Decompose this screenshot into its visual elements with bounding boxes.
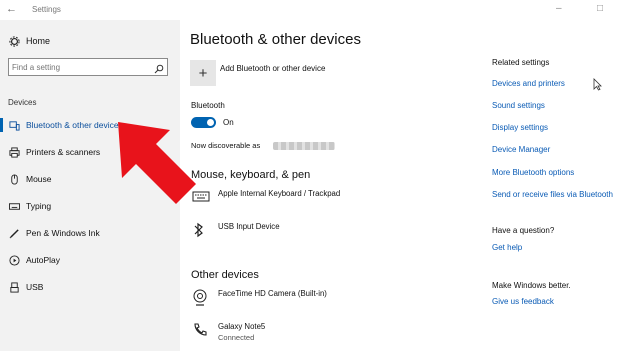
search-input[interactable] [12, 61, 152, 73]
feedback-heading: Make Windows better. [492, 281, 571, 290]
sidebar-item-typing[interactable]: Typing [8, 197, 51, 215]
device-name: USB Input Device [218, 222, 280, 231]
toggle-state: On [223, 118, 234, 127]
pen-icon [8, 227, 20, 239]
bluetooth-label: Bluetooth [191, 101, 225, 110]
webcam-icon [192, 289, 210, 307]
link-sound-settings[interactable]: Sound settings [492, 101, 545, 110]
back-arrow-icon[interactable]: ← [6, 3, 17, 15]
search-icon[interactable] [154, 61, 164, 79]
device-name: FaceTime HD Camera (Built-in) [218, 289, 327, 298]
add-device-button[interactable]: + Add Bluetooth or other device [190, 59, 325, 87]
window-title: Settings [32, 5, 61, 14]
page-title: Bluetooth & other devices [190, 31, 361, 48]
section-devices-label: Devices [8, 98, 37, 107]
home-label: Home [26, 36, 51, 46]
sidebar-item-mouse[interactable]: Mouse [8, 170, 52, 188]
sidebar-item-bluetooth[interactable]: Bluetooth & other devices [8, 116, 123, 134]
link-device-manager[interactable]: Device Manager [492, 145, 550, 154]
sidebar-item-label: Printers & scanners [26, 147, 101, 157]
minimize-icon[interactable]: – [556, 3, 562, 14]
usb-icon [8, 281, 20, 293]
sidebar-item-printers[interactable]: Printers & scanners [8, 143, 100, 161]
section-mouse-keyboard-pen: Mouse, keyboard, & pen [191, 169, 311, 181]
sidebar-item-autoplay[interactable]: AutoPlay [8, 251, 60, 269]
sidebar-item-pen[interactable]: Pen & Windows Ink [8, 224, 100, 242]
bluetooth-devices-icon [8, 119, 20, 131]
sidebar-item-label: Pen & Windows Ink [26, 228, 100, 238]
active-indicator [0, 118, 3, 132]
section-other-devices: Other devices [191, 269, 259, 281]
related-settings-heading: Related settings [492, 58, 550, 67]
mouse-icon [8, 173, 20, 185]
plus-icon: + [190, 60, 216, 86]
title-bar: ← Settings – □ [0, 0, 634, 20]
link-more-bluetooth[interactable]: More Bluetooth options [492, 168, 574, 177]
printer-icon [8, 146, 20, 158]
sidebar-item-label: USB [26, 282, 44, 292]
sidebar-item-label: Bluetooth & other devices [26, 120, 123, 130]
sidebar-item-label: Typing [26, 201, 52, 211]
link-get-help[interactable]: Get help [492, 243, 522, 252]
link-display-settings[interactable]: Display settings [492, 123, 548, 132]
sidebar-home[interactable]: Home [8, 32, 50, 50]
link-give-feedback[interactable]: Give us feedback [492, 297, 554, 306]
gear-icon [8, 35, 20, 47]
red-arrow-icon [112, 118, 202, 208]
autoplay-icon [8, 254, 20, 266]
sidebar-item-label: Mouse [26, 174, 52, 184]
device-name-redacted [273, 142, 335, 150]
toggle-knob [207, 119, 214, 126]
sidebar-item-usb[interactable]: USB [8, 278, 43, 296]
link-devices-printers[interactable]: Devices and printers [492, 79, 565, 88]
question-heading: Have a question? [492, 226, 555, 235]
keyboard-icon [8, 200, 20, 212]
link-send-receive-files[interactable]: Send or receive files via Bluetooth [492, 190, 613, 199]
mouse-cursor-icon [593, 78, 602, 96]
phone-icon [192, 322, 210, 340]
add-device-label: Add Bluetooth or other device [220, 64, 326, 73]
device-name: Apple Internal Keyboard / Trackpad [218, 189, 341, 198]
maximize-icon[interactable]: □ [597, 3, 603, 14]
sidebar-item-label: AutoPlay [26, 255, 61, 265]
search-box[interactable] [8, 58, 168, 76]
device-name: Galaxy Note5 [218, 322, 266, 331]
bluetooth-icon [192, 222, 210, 240]
device-status: Connected [218, 333, 255, 342]
